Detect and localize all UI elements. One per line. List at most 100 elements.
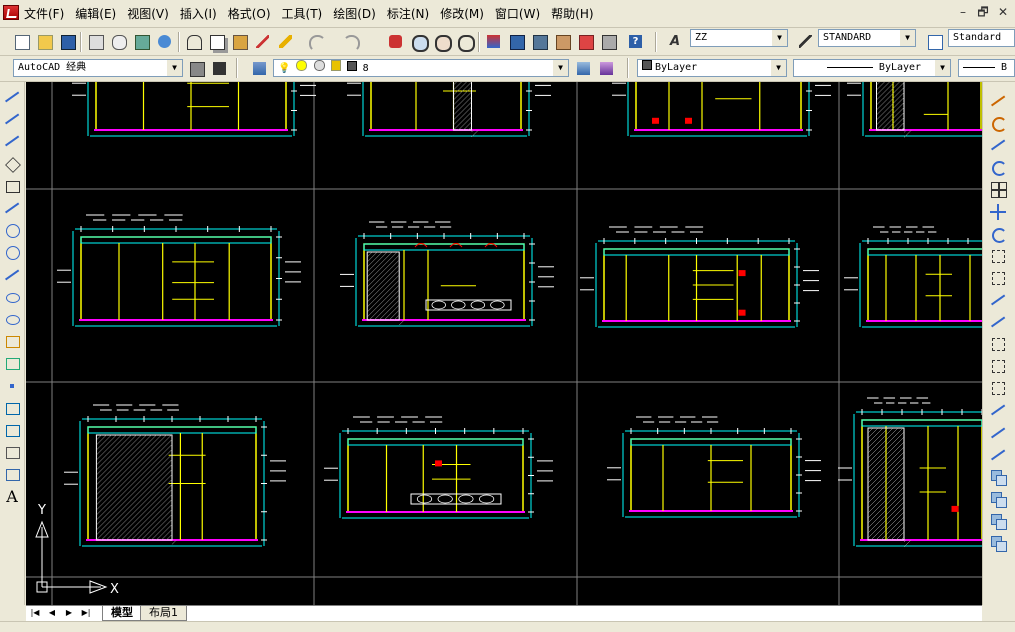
last-tab-icon[interactable]: ▶| [79,607,93,619]
region-icon[interactable] [3,443,21,461]
circle-icon[interactable] [3,221,21,239]
menu-item-2[interactable]: 视图(V) [127,5,169,22]
multiline-text-icon[interactable]: A [3,487,21,506]
menu-item-7[interactable]: 标注(N) [387,5,429,22]
draw-order-front-icon[interactable] [989,468,1007,486]
next-tab-icon[interactable]: ▶ [62,607,76,619]
3d-dwf-icon[interactable] [155,32,174,51]
chamfer-icon[interactable] [989,401,1007,419]
send-under-icon[interactable] [989,534,1007,552]
print-icon[interactable] [86,32,105,51]
zoom-realtime-icon[interactable] [409,32,429,52]
previous-tab-icon[interactable]: ◀ [45,607,59,619]
new-icon[interactable] [12,32,31,51]
menu-item-9[interactable]: 窗口(W) [495,5,540,22]
undo-icon[interactable] [306,32,326,52]
move-icon[interactable] [989,203,1007,221]
sheet-set-icon[interactable] [553,32,572,51]
stretch-icon[interactable] [989,269,1007,287]
open-icon[interactable] [35,32,54,51]
menu-item-10[interactable]: 帮助(H) [551,5,593,22]
explode-icon[interactable] [989,446,1007,464]
menu-item-5[interactable]: 工具(T) [282,5,323,22]
linetype-select[interactable]: ByLayer ▼ [793,59,951,77]
zoom-previous-icon[interactable] [455,32,475,52]
ellipse-arc-icon[interactable] [3,310,21,328]
draw-order-back-icon[interactable] [989,490,1007,508]
layer-select[interactable]: 💡 8 ▼ [273,59,569,77]
block-editor-icon[interactable] [276,32,295,51]
menu-item-4[interactable]: 格式(O) [228,5,271,22]
table-style-select[interactable]: Standard [948,29,1015,47]
copy-clip-icon[interactable] [207,32,226,51]
color-select[interactable]: ByLayer ▼ [637,59,787,77]
array-icon[interactable] [989,180,1007,199]
make-object-layer-current-icon[interactable] [574,59,593,78]
properties-icon[interactable] [484,32,503,51]
publish-icon[interactable] [132,32,151,51]
pan-realtime-icon[interactable] [386,32,405,51]
menu-item-6[interactable]: 绘图(D) [333,5,376,22]
workspace-settings-icon[interactable] [187,59,206,78]
polyline-icon[interactable] [3,132,21,150]
cut-icon[interactable] [184,32,203,51]
fillet-icon[interactable] [989,424,1007,442]
polygon-icon[interactable] [3,155,21,173]
layer-manager-icon[interactable] [250,59,269,78]
spline-icon[interactable] [3,266,21,284]
close-button[interactable]: ✕ [995,4,1011,20]
construction-line-icon[interactable] [3,110,21,128]
join-icon[interactable] [989,379,1007,397]
menu-item-0[interactable]: 文件(F) [24,5,64,22]
design-center-icon[interactable] [507,32,526,51]
minimize-button[interactable]: – [955,4,971,20]
markup-icon[interactable] [576,32,595,51]
dim-style-icon[interactable] [796,32,815,51]
help-icon[interactable]: ? [626,32,645,51]
point-icon[interactable] [3,377,21,395]
copy-icon[interactable] [989,114,1007,133]
tab-model[interactable]: 模型 [102,606,142,621]
break-at-point-icon[interactable] [989,335,1007,353]
drawing-canvas[interactable]: XY [26,82,982,605]
table-style-icon[interactable] [925,32,944,51]
menu-item-1[interactable]: 编辑(E) [75,5,116,22]
offset-icon[interactable] [989,158,1007,177]
text-style-icon[interactable]: A [667,32,686,51]
workspace-select[interactable]: AutoCAD 经典 ▼ [13,59,183,77]
line-icon[interactable] [3,88,21,106]
tool-palettes-icon[interactable] [530,32,549,51]
redo-icon[interactable] [340,32,360,52]
make-block-icon[interactable] [3,354,21,372]
gradient-icon[interactable] [3,421,21,439]
text-style-select[interactable]: ZZ ▼ [690,29,788,47]
tab-layout1[interactable]: 布局1 [140,606,187,621]
hatch-icon[interactable] [3,399,21,417]
paste-icon[interactable] [230,32,249,51]
save-workspace-icon[interactable] [210,59,229,78]
extend-icon[interactable] [989,313,1007,331]
scale-icon[interactable] [989,247,1007,265]
print-preview-icon[interactable] [109,32,128,51]
autocad-app-icon[interactable] [3,5,19,20]
layer-previous-icon[interactable] [597,59,616,78]
bring-above-icon[interactable] [989,512,1007,530]
erase-icon[interactable] [989,92,1007,110]
restore-button[interactable]: 🗗 [975,4,991,20]
table-icon[interactable] [3,465,21,483]
save-icon[interactable] [58,32,77,51]
match-properties-icon[interactable] [253,32,272,51]
insert-block-icon[interactable] [3,332,21,350]
rotate-icon[interactable] [989,225,1007,243]
revision-cloud-icon[interactable] [3,243,21,261]
zoom-window-icon[interactable] [432,32,452,52]
break-icon[interactable] [989,357,1007,375]
ellipse-icon[interactable] [3,288,21,306]
mirror-icon[interactable] [989,136,1007,154]
menu-item-8[interactable]: 修改(M) [440,5,484,22]
quickcalc-icon[interactable] [599,32,618,51]
trim-icon[interactable] [989,291,1007,309]
dim-style-select[interactable]: STANDARD ▼ [818,29,916,47]
rectangle-icon[interactable] [3,177,21,195]
lineweight-select[interactable]: B [958,59,1015,77]
